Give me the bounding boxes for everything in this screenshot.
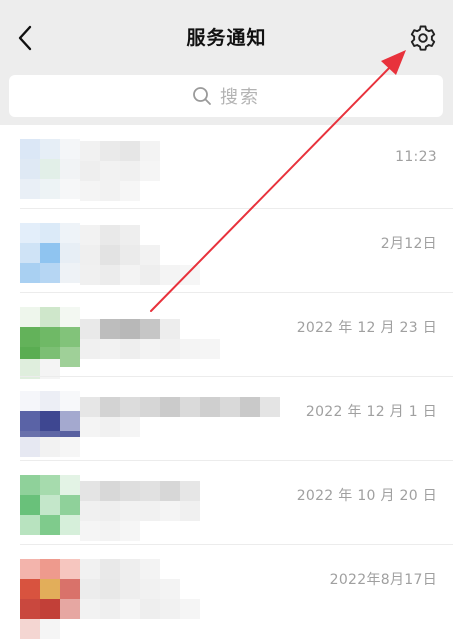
list-item[interactable]: 2022年8月17日	[0, 545, 453, 643]
avatar	[20, 139, 80, 199]
blurred-content	[80, 599, 200, 619]
blurred-content	[80, 417, 140, 437]
blurred-name	[80, 481, 200, 501]
avatar	[20, 307, 80, 367]
notification-time: 2022 年 10 月 20 日	[296, 488, 437, 504]
settings-button[interactable]	[408, 23, 438, 53]
blurred-content	[80, 265, 200, 285]
list-item[interactable]: 2022 年 10 月 20 日	[0, 461, 453, 545]
header: 服务通知 搜索	[0, 0, 453, 125]
page-title: 服务通知	[186, 27, 267, 49]
notification-time: 2月12日	[380, 236, 437, 252]
list-item[interactable]: 2022 年 12 月 1 日	[0, 377, 453, 461]
notification-time: 2022年8月17日	[329, 572, 437, 588]
avatar	[20, 223, 80, 283]
blurred-name	[80, 319, 180, 339]
notification-time: 11:23	[395, 149, 437, 165]
blurred-content	[80, 181, 140, 201]
nav-bar: 服务通知	[0, 0, 453, 76]
blurred-content	[20, 437, 80, 457]
blurred-content	[80, 579, 180, 599]
blurred-name	[80, 397, 280, 417]
gear-icon	[410, 25, 436, 51]
notification-time: 2022 年 12 月 23 日	[296, 320, 437, 336]
blurred-content	[80, 339, 220, 359]
search-bar[interactable]: 搜索	[9, 75, 443, 117]
blurred-content	[80, 161, 160, 181]
blurred-name	[80, 559, 160, 579]
search-placeholder: 搜索	[220, 87, 260, 108]
blurred-content	[80, 521, 140, 541]
blurred-content	[20, 619, 60, 639]
list-item[interactable]: 2月12日	[0, 209, 453, 293]
avatar	[20, 475, 80, 535]
search-icon	[193, 87, 211, 105]
blurred-content	[80, 501, 200, 521]
blurred-name	[80, 225, 140, 245]
blurred-name	[80, 141, 160, 161]
notification-time: 2022 年 12 月 1 日	[305, 404, 437, 420]
list-item[interactable]: 2022 年 12 月 23 日	[0, 293, 453, 379]
list-item[interactable]: 11:23	[0, 125, 453, 209]
avatar	[20, 559, 80, 619]
blurred-content	[80, 245, 160, 265]
